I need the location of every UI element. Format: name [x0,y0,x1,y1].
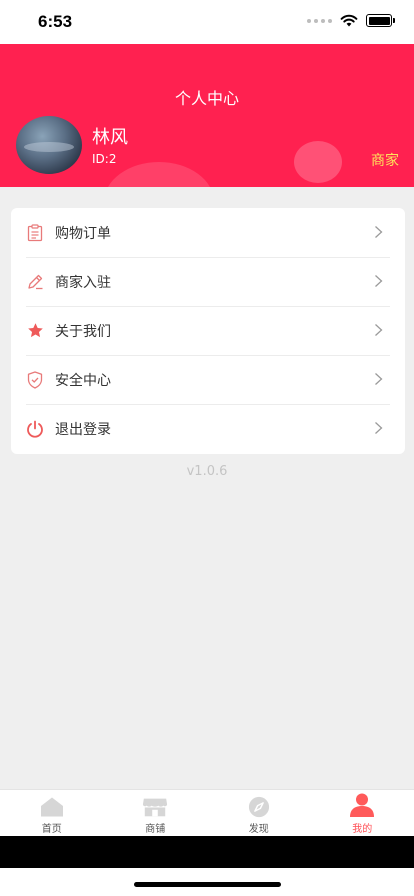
chevron-right-icon [375,422,383,434]
tab-store[interactable]: 商铺 [104,790,208,836]
menu-item-about[interactable]: 关于我们 [11,306,405,355]
menu-item-label: 退出登录 [55,421,111,438]
status-time: 6:53 [38,12,73,31]
store-icon [142,796,168,818]
star-icon [26,322,44,340]
decorative-circle [294,141,342,183]
compass-icon [246,796,272,818]
power-icon [26,420,44,438]
battery-icon [366,14,395,27]
chevron-right-icon [375,373,383,385]
tab-label: 我的 [352,824,373,835]
tab-label: 发现 [248,824,269,835]
menu-item-label: 安全中心 [55,372,111,389]
user-id: ID:2 [92,152,117,166]
tab-home[interactable]: 首页 [0,790,104,836]
menu-card: 购物订单 商家入驻 关于我们 安全中心 退出登录 [11,208,405,454]
status-bar: 6:53 [0,0,414,44]
menu-item-merchant-join[interactable]: 商家入驻 [11,257,405,306]
home-indicator[interactable] [134,882,281,887]
page-title: 个人中心 [174,89,239,108]
home-icon [39,796,65,818]
wifi-icon [340,14,358,27]
menu-item-label: 关于我们 [55,323,111,340]
tab-mine[interactable]: 我的 [311,790,414,836]
menu-item-logout[interactable]: 退出登录 [11,404,405,453]
menu-item-label: 商家入驻 [55,274,111,291]
tab-discover[interactable]: 发现 [207,790,311,836]
status-icons [307,14,395,27]
bottom-bar [0,836,414,868]
tab-bar: 首页 商铺 发现 我的 [0,789,414,836]
tab-label: 商铺 [145,824,166,835]
decorative-circle [104,162,214,187]
menu-item-security[interactable]: 安全中心 [11,355,405,404]
clipboard-icon [26,223,44,242]
shield-icon [26,370,44,389]
pencil-icon [26,273,44,291]
chevron-right-icon [375,324,383,336]
avatar[interactable] [16,116,82,174]
tab-label: 首页 [41,824,62,835]
profile-header: 个人中心 林风 ID:2 商家 [0,44,414,187]
menu-item-label: 购物订单 [55,225,111,242]
person-icon [349,793,375,818]
signal-icon [307,18,332,23]
chevron-right-icon [375,226,383,238]
chevron-right-icon [375,275,383,287]
merchant-link[interactable]: 商家 [371,150,399,170]
menu-item-orders[interactable]: 购物订单 [11,208,405,257]
app-version: v1.0.6 [186,464,228,479]
user-name: 林风 [92,127,128,148]
